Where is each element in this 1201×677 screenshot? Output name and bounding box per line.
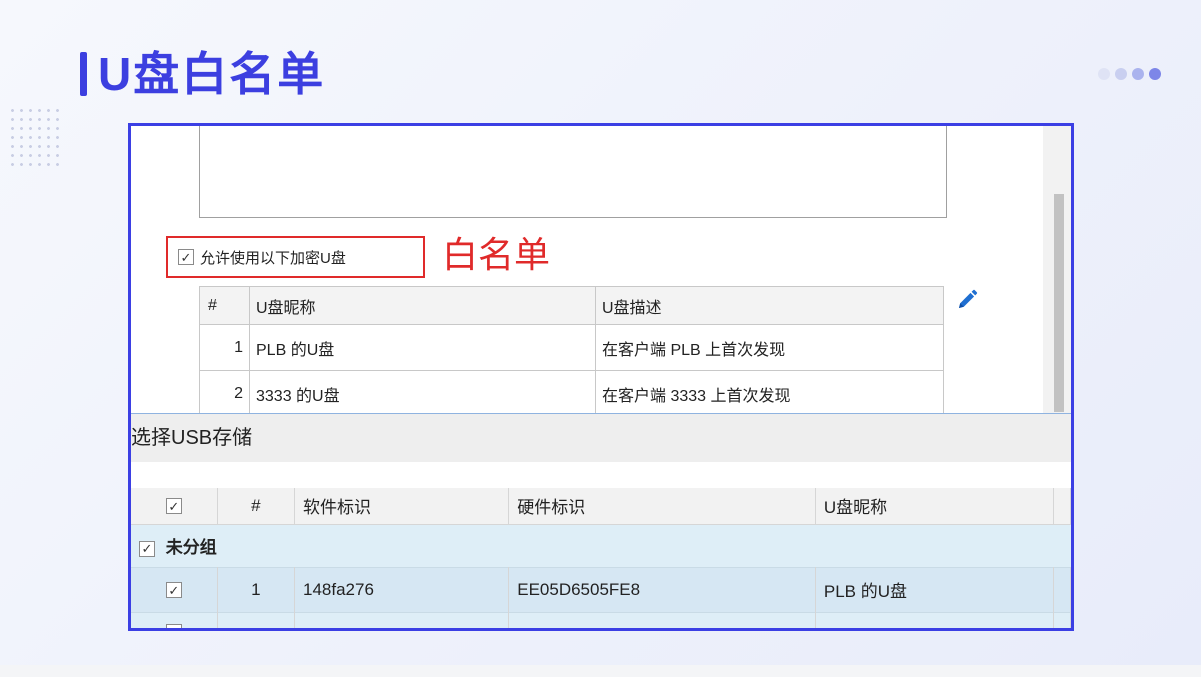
screenshot-frame: ✓ 允许使用以下加密U盘 白名单 # U盘昵称 U盘描述 1 PLB 的U盘 在… bbox=[128, 123, 1074, 631]
column-header-index[interactable]: # bbox=[199, 286, 250, 325]
pencil-icon[interactable] bbox=[955, 288, 979, 312]
column-header-hardware-id[interactable]: 硬件标识 bbox=[508, 488, 816, 525]
table-row[interactable]: 1 PLB 的U盘 在客户端 PLB 上首次发现 bbox=[199, 324, 944, 371]
row-description: 在客户端 PLB 上首次发现 bbox=[595, 324, 944, 371]
row-checkbox-cell[interactable] bbox=[131, 611, 218, 628]
column-header-software-id[interactable]: 软件标识 bbox=[294, 488, 510, 525]
decorative-dot-grid bbox=[8, 106, 60, 172]
checkbox-checked-icon[interactable]: ✓ bbox=[165, 498, 182, 515]
row-nickname: 3333 的U盘 bbox=[249, 370, 596, 417]
table-row[interactable] bbox=[131, 611, 1071, 628]
group-label: 未分组 bbox=[165, 538, 217, 557]
row-nickname bbox=[815, 611, 1054, 628]
table-row[interactable]: ✓ 1 148fa276 EE05D6505FE8 PLB 的U盘 bbox=[131, 566, 1071, 612]
row-index: 1 bbox=[217, 566, 296, 612]
group-row[interactable]: ✓ 未分组 bbox=[131, 524, 1071, 567]
checkbox-unchecked-icon[interactable] bbox=[165, 624, 182, 628]
bottom-strip bbox=[0, 665, 1201, 677]
usb-table: ✓ # 软件标识 硬件标识 U盘昵称 ✓ 未分组 ✓ 1 148fa276 EE… bbox=[131, 488, 1071, 628]
checkbox-checked-icon[interactable]: ✓ bbox=[178, 249, 194, 265]
slide-title: U盘白名单 bbox=[80, 44, 325, 104]
row-index: 2 bbox=[199, 370, 250, 417]
whitelist-annotation: 白名单 bbox=[442, 234, 551, 275]
checkbox-checked-icon[interactable]: ✓ bbox=[165, 582, 182, 598]
column-header-description[interactable]: U盘描述 bbox=[595, 286, 944, 325]
column-header-nickname[interactable]: U盘昵称 bbox=[249, 286, 596, 325]
scrollbar-thumb[interactable] bbox=[1054, 194, 1064, 412]
whitelist-table: # U盘昵称 U盘描述 1 PLB 的U盘 在客户端 PLB 上首次发现 2 3… bbox=[199, 286, 944, 417]
row-overflow bbox=[1053, 566, 1071, 612]
row-index bbox=[217, 611, 296, 628]
column-header-index[interactable]: # bbox=[217, 488, 296, 525]
allow-whitelist-label: 允许使用以下加密U盘 bbox=[200, 249, 346, 267]
dialog-title: 选择USB存储 bbox=[131, 414, 1071, 462]
decorative-dots bbox=[1098, 68, 1161, 80]
title-accent-bar bbox=[80, 52, 87, 96]
row-hardware-id: EE05D6505FE8 bbox=[508, 566, 816, 612]
column-header-overflow bbox=[1053, 488, 1071, 525]
row-overflow bbox=[1053, 611, 1071, 628]
page-title: U盘白名单 bbox=[98, 48, 326, 100]
row-nickname: PLB 的U盘 bbox=[249, 324, 596, 371]
row-description: 在客户端 3333 上首次发现 bbox=[595, 370, 944, 417]
allow-whitelist-checkbox-row[interactable]: ✓ 允许使用以下加密U盘 bbox=[166, 236, 425, 278]
checkbox-checked-icon[interactable]: ✓ bbox=[139, 540, 155, 557]
text-area[interactable] bbox=[199, 126, 947, 218]
row-software-id bbox=[294, 611, 510, 628]
row-nickname: PLB 的U盘 bbox=[815, 566, 1054, 612]
row-checkbox-cell[interactable]: ✓ bbox=[131, 566, 218, 612]
row-software-id: 148fa276 bbox=[294, 566, 510, 612]
row-index: 1 bbox=[199, 324, 250, 371]
usb-select-dialog: 选择USB存储 ✓ # 软件标识 硬件标识 U盘昵称 ✓ 未分组 ✓ 1 148… bbox=[131, 413, 1071, 628]
select-all-cell[interactable]: ✓ bbox=[131, 488, 218, 525]
column-header-nickname[interactable]: U盘昵称 bbox=[815, 488, 1054, 525]
table-row[interactable]: 2 3333 的U盘 在客户端 3333 上首次发现 bbox=[199, 370, 944, 417]
row-hardware-id bbox=[508, 611, 816, 628]
